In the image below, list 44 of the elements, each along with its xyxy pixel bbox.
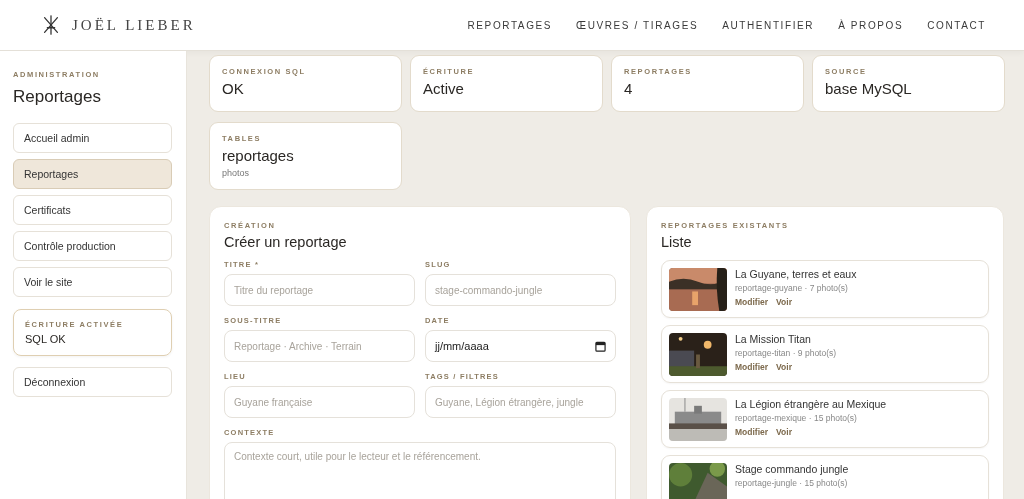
action-link[interactable]: Modifier bbox=[735, 297, 769, 307]
input-field[interactable]: Reportage · Archive · Terrain bbox=[224, 330, 415, 362]
stat-value: Active bbox=[423, 80, 465, 97]
sidebar-item[interactable]: Contrôle production bbox=[13, 231, 172, 261]
action-link[interactable]: Voir bbox=[776, 362, 792, 372]
textarea-field[interactable]: Contexte court, utile pour le lecteur et le référencement. bbox=[224, 442, 616, 499]
input-field[interactable]: Guyane, Légion étrangère, jungle bbox=[425, 386, 616, 418]
status-value: SQL OK bbox=[25, 333, 67, 345]
calendar-icon[interactable] bbox=[595, 340, 606, 352]
reportage-meta: reportage-guyane · 7 photo(s) bbox=[735, 283, 849, 293]
input-field[interactable]: Guyane française bbox=[224, 386, 415, 418]
stat-value: reportages bbox=[222, 147, 295, 164]
action-link[interactable]: Voir bbox=[776, 427, 792, 437]
nav-link[interactable]: REPORTAGES bbox=[467, 19, 553, 31]
action-link[interactable]: Voir bbox=[776, 297, 792, 307]
input-field[interactable]: Titre du reportage bbox=[224, 274, 415, 306]
stat-value: base MySQL bbox=[825, 80, 913, 97]
sidebar-title: Reportages bbox=[13, 87, 102, 107]
stat-note: photos bbox=[222, 168, 251, 178]
site-logo[interactable]: JOËL LIEBER bbox=[72, 16, 196, 34]
action-link[interactable]: Modifier bbox=[735, 362, 769, 372]
reportage-title: La Guyane, terres et eaux bbox=[735, 268, 857, 280]
reportage-meta: reportage-jungle · 15 photo(s) bbox=[735, 478, 849, 488]
reportage-title: La Légion étrangère au Mexique bbox=[735, 398, 887, 410]
panel-title: Créer un reportage bbox=[224, 234, 348, 250]
nav-link[interactable]: CONTACT bbox=[927, 19, 986, 31]
nav-link[interactable]: À PROPOS bbox=[838, 19, 904, 31]
reportage-meta: reportage-mexique · 15 photo(s) bbox=[735, 413, 858, 423]
panel-title: Liste bbox=[661, 234, 693, 250]
action-link[interactable]: Modifier bbox=[735, 427, 769, 437]
logout-button[interactable]: Déconnexion bbox=[13, 367, 172, 397]
sidebar-item[interactable]: Voir le site bbox=[13, 267, 172, 297]
reportage-meta: reportage-titan · 9 photo(s) bbox=[735, 348, 837, 358]
input-field[interactable]: stage-commando-jungle bbox=[425, 274, 616, 306]
sidebar-item[interactable]: Certificats bbox=[13, 195, 172, 225]
date-field[interactable]: jj/mm/aaaa bbox=[425, 330, 616, 362]
nav-link[interactable]: ŒUVRES / TIRAGES bbox=[576, 19, 699, 31]
reportage-title: La Mission Titan bbox=[735, 333, 812, 345]
nav-link[interactable]: AUTHENTIFIER bbox=[722, 19, 815, 31]
reportage-title: Stage commando jungle bbox=[735, 463, 849, 475]
stat-value: 4 bbox=[624, 80, 634, 97]
sidebar-item[interactable]: Reportages bbox=[13, 159, 172, 189]
stat-value: OK bbox=[222, 80, 245, 97]
sidebar-item[interactable]: Accueil admin bbox=[13, 123, 172, 153]
